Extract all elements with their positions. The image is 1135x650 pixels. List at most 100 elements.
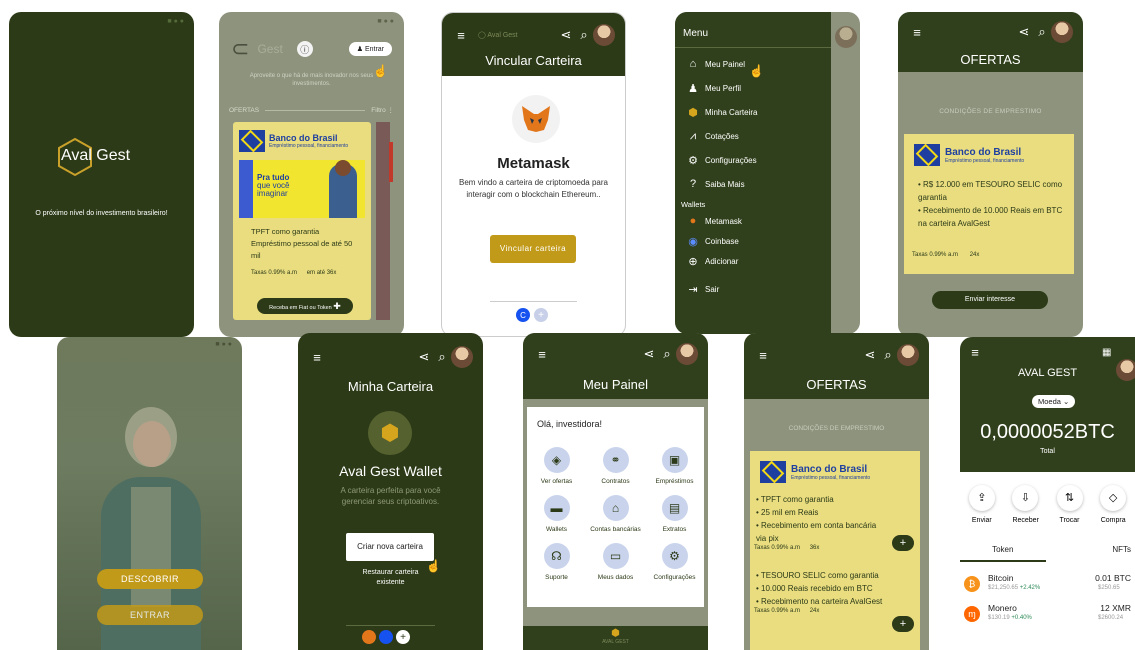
info-icon[interactable]: ⓘ bbox=[296, 41, 313, 57]
tile-label: Ver ofertas bbox=[540, 478, 573, 485]
offer-card[interactable]: Banco do Brasil Empréstimo pessoal, fina… bbox=[750, 451, 920, 650]
tile-bank-accounts[interactable]: ⌂ Contas bancárias bbox=[586, 495, 645, 533]
tile-support[interactable]: ☊ Suporte bbox=[527, 543, 586, 581]
action-label: Compra bbox=[1100, 517, 1126, 524]
bank-logo-icon bbox=[239, 130, 265, 152]
filter-button[interactable]: Filtro ⋮ bbox=[371, 106, 394, 114]
hamburger-menu-icon[interactable]: ≡ bbox=[533, 345, 551, 363]
coinbase-icon: ◉ bbox=[688, 235, 698, 248]
asset-row[interactable]: ɱ Monero $130.19 +0.40% 12 XMR $2600.24 bbox=[960, 603, 1135, 627]
currency-select[interactable]: Moeda ⌄ bbox=[1032, 395, 1076, 408]
swap-action[interactable]: ⇅ Trocar bbox=[1056, 485, 1083, 524]
search-icon[interactable]: ⌕ bbox=[879, 346, 897, 364]
enter-button[interactable]: ENTRAR bbox=[97, 605, 203, 625]
asset-row[interactable]: ₿ Bitcoin $21,250.65 +2.42% 0.01 BTC $25… bbox=[960, 573, 1135, 597]
menu-item-profile[interactable]: ♟ Meu Perfil bbox=[681, 76, 831, 100]
menu-item-wallet[interactable]: ⬢ Minha Carteira bbox=[681, 100, 831, 124]
search-icon[interactable]: ⌕ bbox=[1033, 23, 1051, 41]
money-icon: ▣ bbox=[661, 447, 688, 473]
tile-contracts[interactable]: ⚭ Contratos bbox=[586, 447, 645, 485]
create-wallet-button[interactable]: Criar nova carteira bbox=[346, 533, 434, 561]
promo-banner: Pra tudo que você imaginar bbox=[239, 160, 365, 218]
coinbase-icon[interactable]: C bbox=[516, 308, 530, 322]
menu-item-learn-more[interactable]: ? Saiba Mais bbox=[681, 172, 831, 196]
bank-name: Banco do Brasil bbox=[945, 146, 1022, 158]
send-interest-button[interactable]: Enviar interesse bbox=[932, 291, 1048, 309]
share-icon[interactable]: ⋖ bbox=[640, 345, 658, 363]
offer-item: • Recebimento na carteira AvalGest bbox=[756, 597, 883, 606]
bank-icon: ⌂ bbox=[602, 495, 629, 521]
send-action[interactable]: ⇪ Enviar bbox=[968, 485, 995, 524]
person-icon: ♟ bbox=[688, 82, 698, 95]
footer-label: AVAL GEST bbox=[602, 639, 629, 645]
actions-row: ⇪ Enviar ⇩ Receber ⇅ Trocar ◇ Compra bbox=[960, 485, 1135, 524]
handshake-icon: ⚭ bbox=[602, 447, 629, 473]
avatar[interactable] bbox=[593, 24, 615, 46]
offers-screen: ≡ ⋖ ⌕ OFERTAS CONDIÇÕES DE EMPRESTIMO Ba… bbox=[898, 12, 1083, 337]
link-wallet-screen: ≡ ◯ Aval Gest ⋖ ⌕ Vincular Carteira Meta… bbox=[441, 12, 626, 337]
offer-item: TPFT como garantia bbox=[251, 227, 320, 236]
menu-label: Meu Perfil bbox=[705, 83, 742, 93]
tile-label: Contratos bbox=[601, 478, 630, 485]
home-icon: ⌂ bbox=[689, 58, 697, 70]
avatar[interactable] bbox=[897, 344, 919, 366]
hamburger-menu-icon[interactable]: ≡ bbox=[452, 26, 470, 44]
avatar[interactable] bbox=[676, 343, 698, 365]
coinbase-icon[interactable] bbox=[379, 630, 393, 644]
menu-item-quotes[interactable]: ⩘ Cotações bbox=[681, 124, 831, 148]
link-wallet-button[interactable]: Vincular carteira bbox=[490, 235, 576, 263]
add-offer-button[interactable]: + bbox=[892, 616, 914, 632]
hamburger-menu-icon[interactable]: ≡ bbox=[908, 23, 926, 41]
menu-title: Menu bbox=[683, 28, 709, 39]
metamask-icon[interactable] bbox=[362, 630, 376, 644]
status-dots: ■ ● ● bbox=[167, 18, 184, 25]
bank-name: Banco do Brasil bbox=[269, 133, 338, 143]
tab-nfts[interactable]: NFTs bbox=[1046, 545, 1135, 562]
restore-wallet-link[interactable]: Restaurar carteira existente bbox=[350, 568, 431, 588]
layers-icon: ◈ bbox=[543, 447, 570, 473]
login-button[interactable]: ♟ Entrar bbox=[348, 42, 392, 56]
tile-loans[interactable]: ▣ Empréstimos bbox=[645, 447, 704, 485]
share-icon[interactable]: ⋖ bbox=[861, 346, 879, 364]
offer-card[interactable]: Banco do Brasil Empréstimo pessoal, fina… bbox=[233, 122, 371, 320]
search-icon[interactable]: ⌕ bbox=[575, 26, 593, 44]
hamburger-menu-icon[interactable]: ≡ bbox=[308, 348, 326, 366]
share-icon[interactable]: ⋖ bbox=[415, 348, 433, 366]
plus-icon: ✚ bbox=[333, 301, 341, 311]
hamburger-menu-icon[interactable]: ≡ bbox=[966, 343, 984, 361]
hamburger-menu-icon[interactable]: ≡ bbox=[754, 346, 772, 364]
monero-icon: ɱ bbox=[964, 606, 980, 622]
tile-label: Empréstimos bbox=[655, 478, 694, 485]
wallet-coinbase[interactable]: ◉ Coinbase bbox=[681, 231, 831, 251]
tile-my-data[interactable]: ▭ Meus dados bbox=[586, 543, 645, 581]
menu-item-settings[interactable]: ⚙ Configurações bbox=[681, 148, 831, 172]
wallet-icon: ▬ bbox=[543, 495, 570, 521]
tile-wallets[interactable]: ▬ Wallets bbox=[527, 495, 586, 533]
action-label: Receber bbox=[1012, 517, 1039, 524]
add-icon[interactable]: + bbox=[396, 630, 410, 644]
menu-label: Configurações bbox=[705, 155, 757, 165]
wallet-metamask[interactable]: ● Metamask bbox=[681, 211, 831, 231]
avatar[interactable] bbox=[1051, 21, 1073, 43]
receive-action[interactable]: ⇩ Receber bbox=[1012, 485, 1039, 524]
share-icon[interactable]: ⋖ bbox=[557, 26, 575, 44]
tile-offers[interactable]: ◈ Ver ofertas bbox=[527, 447, 586, 485]
tab-token[interactable]: Token bbox=[960, 545, 1046, 562]
tile-statements[interactable]: ▤ Extratos bbox=[645, 495, 704, 533]
discover-button[interactable]: DESCOBRIR bbox=[97, 569, 203, 589]
search-icon[interactable]: ⌕ bbox=[658, 345, 676, 363]
add-wallet-icon[interactable]: + bbox=[534, 308, 548, 322]
share-icon[interactable]: ⋖ bbox=[1015, 23, 1033, 41]
gear-icon: ⚙ bbox=[661, 543, 688, 569]
wallet-add[interactable]: ⊕ Adicionar bbox=[681, 251, 831, 271]
add-offer-button[interactable]: + bbox=[892, 535, 914, 551]
menu-label: Metamask bbox=[705, 216, 742, 226]
receive-button[interactable]: Receba em Fiat ou Token ✚ bbox=[257, 298, 353, 314]
search-icon[interactable]: ⌕ bbox=[433, 348, 451, 366]
tile-settings[interactable]: ⚙ Configurações bbox=[645, 543, 704, 581]
logout-item[interactable]: ⇥ Sair bbox=[681, 277, 831, 301]
status-dots: ■ ● ● bbox=[377, 18, 394, 25]
qr-code-icon[interactable]: ▦ bbox=[1102, 347, 1111, 358]
avatar[interactable] bbox=[451, 346, 473, 368]
buy-action[interactable]: ◇ Compra bbox=[1100, 485, 1127, 524]
